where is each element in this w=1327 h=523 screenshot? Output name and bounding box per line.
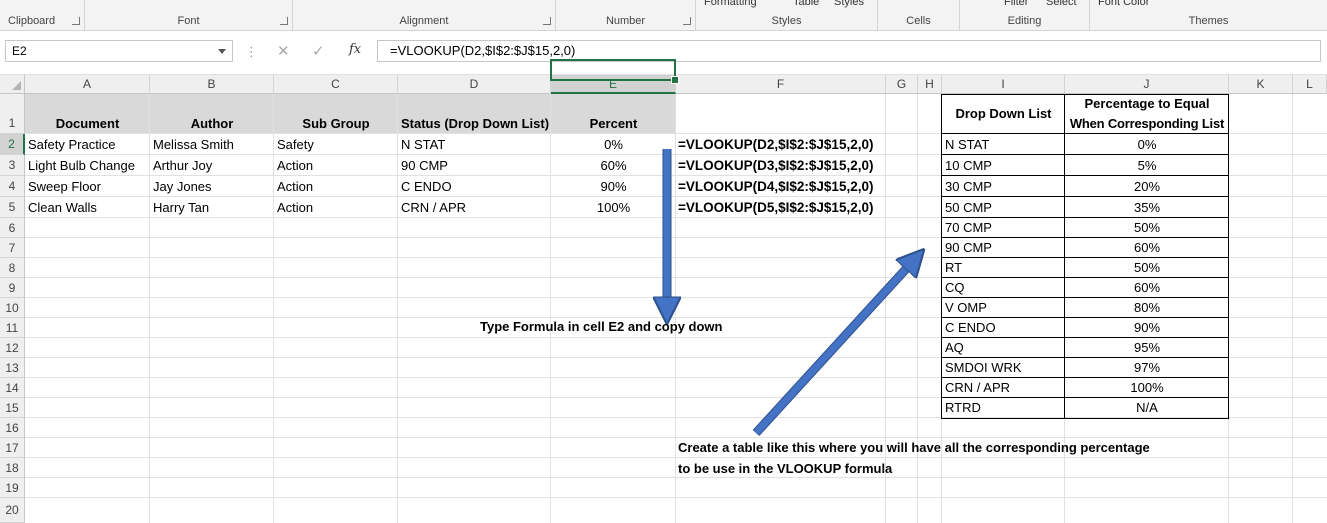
- table-note-line1: Create a table like this where you will …: [678, 440, 1150, 455]
- diagonal-arrow-shaft: [753, 258, 916, 436]
- table-note-line2: to be use in the VLOOKUP formula: [678, 461, 893, 476]
- formula-note: Type Formula in cell E2 and copy down: [480, 319, 723, 334]
